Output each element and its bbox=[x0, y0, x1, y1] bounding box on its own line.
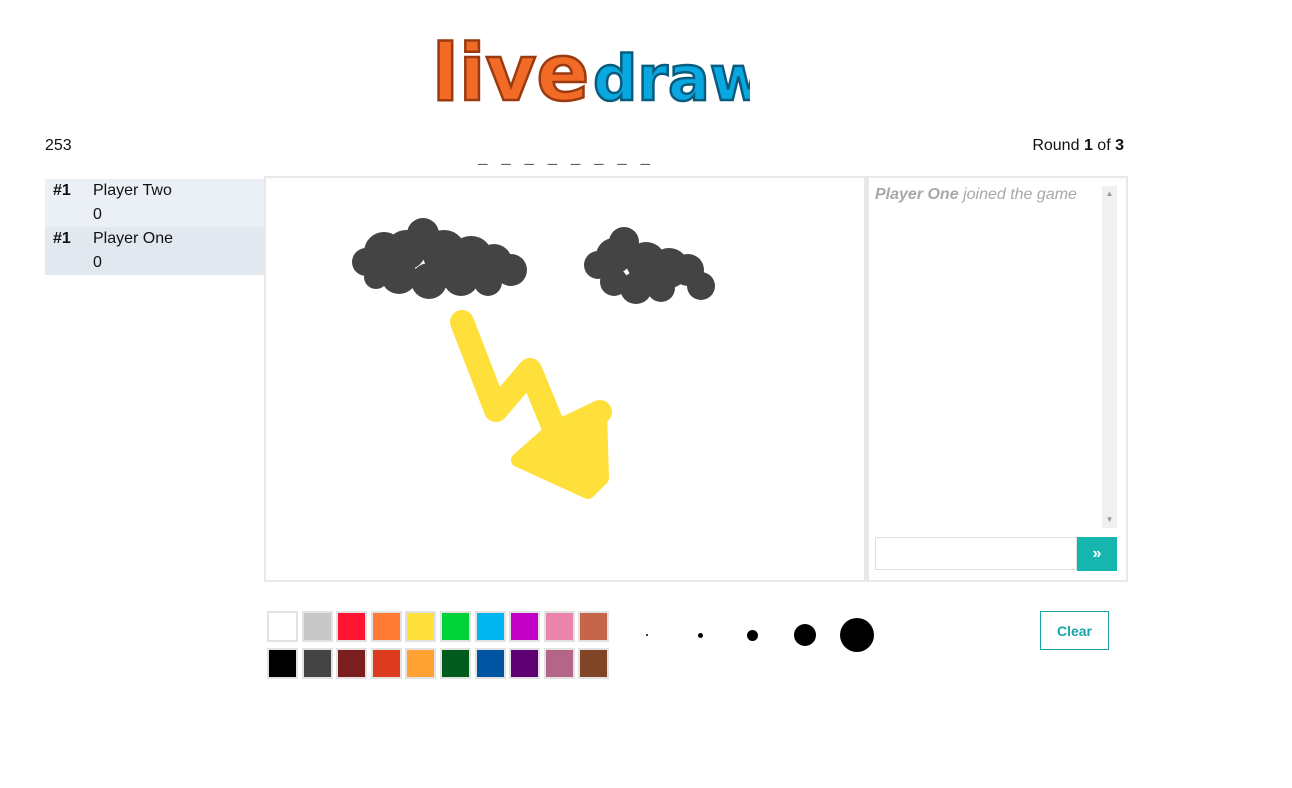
brush-size-small[interactable] bbox=[697, 632, 703, 638]
drawing-canvas[interactable] bbox=[266, 178, 864, 580]
player-rank: #1 bbox=[53, 230, 71, 247]
player-score: 0 bbox=[93, 206, 102, 223]
brush-size-x-large[interactable] bbox=[840, 618, 874, 652]
player-name: Player Two bbox=[93, 182, 172, 199]
lightning-bolt bbox=[450, 310, 612, 499]
color-swatch[interactable] bbox=[405, 611, 437, 642]
color-swatch[interactable] bbox=[543, 648, 575, 679]
chat-message: Player One joined the game bbox=[875, 186, 1103, 204]
chat-scrollbar[interactable]: ▲ ▼ bbox=[1102, 186, 1117, 528]
chat-send-button[interactable]: » bbox=[1077, 537, 1117, 571]
color-swatch[interactable] bbox=[509, 611, 541, 642]
canvas-drawing bbox=[352, 218, 715, 499]
color-swatch[interactable] bbox=[578, 611, 610, 642]
color-swatch[interactable] bbox=[474, 648, 506, 679]
player-row: #1 Player One 0 bbox=[45, 227, 264, 275]
player-row: #1 Player Two 0 bbox=[45, 179, 264, 227]
color-swatch[interactable] bbox=[370, 611, 402, 642]
cloud-right bbox=[584, 227, 715, 304]
player-name: Player One bbox=[93, 230, 174, 247]
clear-button[interactable]: Clear bbox=[1040, 611, 1109, 650]
brush-size-large[interactable] bbox=[794, 624, 816, 646]
round-current: 1 bbox=[1083, 137, 1093, 154]
chat-message-text: joined the game bbox=[963, 186, 1077, 203]
player-rank: #1 bbox=[53, 182, 71, 199]
player-list: #1 Player Two 0 #1 Player One 0 bbox=[45, 179, 264, 275]
color-swatch[interactable] bbox=[267, 611, 298, 642]
chat-panel: Player One joined the game ▲ ▼ » bbox=[869, 178, 1126, 580]
color-swatch[interactable] bbox=[440, 611, 471, 642]
color-swatch[interactable] bbox=[301, 648, 333, 679]
logo-word-draw: draw bbox=[593, 42, 750, 113]
color-swatch[interactable] bbox=[301, 611, 333, 642]
brush-size-medium[interactable] bbox=[746, 629, 758, 641]
brush-size-tiny[interactable] bbox=[646, 634, 648, 636]
scroll-up-icon[interactable]: ▲ bbox=[1102, 188, 1117, 200]
player-score: 0 bbox=[93, 254, 102, 271]
brush-size-picker bbox=[630, 610, 890, 660]
color-swatch[interactable] bbox=[336, 611, 368, 642]
color-swatch[interactable] bbox=[543, 611, 575, 642]
color-swatch[interactable] bbox=[578, 648, 610, 679]
cloud-left bbox=[352, 218, 527, 299]
color-swatch[interactable] bbox=[509, 648, 541, 679]
round-label: Round bbox=[1032, 137, 1080, 154]
logo-word-live: live bbox=[432, 29, 589, 113]
round-total: 3 bbox=[1115, 137, 1124, 154]
chat-message-user: Player One bbox=[875, 186, 959, 203]
chat-input[interactable] bbox=[875, 537, 1077, 570]
timer: 253 bbox=[45, 137, 72, 154]
color-swatch[interactable] bbox=[405, 648, 437, 679]
color-palette bbox=[267, 611, 612, 681]
color-swatch[interactable] bbox=[440, 648, 471, 679]
round-of: of bbox=[1097, 137, 1111, 154]
color-swatch[interactable] bbox=[336, 648, 368, 679]
scroll-down-icon[interactable]: ▼ bbox=[1102, 514, 1117, 526]
color-swatch[interactable] bbox=[267, 648, 298, 679]
logo: live draw bbox=[431, 28, 750, 113]
color-swatch[interactable] bbox=[474, 611, 506, 642]
color-swatch[interactable] bbox=[370, 648, 402, 679]
chat-log: Player One joined the game bbox=[875, 186, 1103, 526]
round-indicator: Round 1 of 3 bbox=[1032, 137, 1124, 155]
